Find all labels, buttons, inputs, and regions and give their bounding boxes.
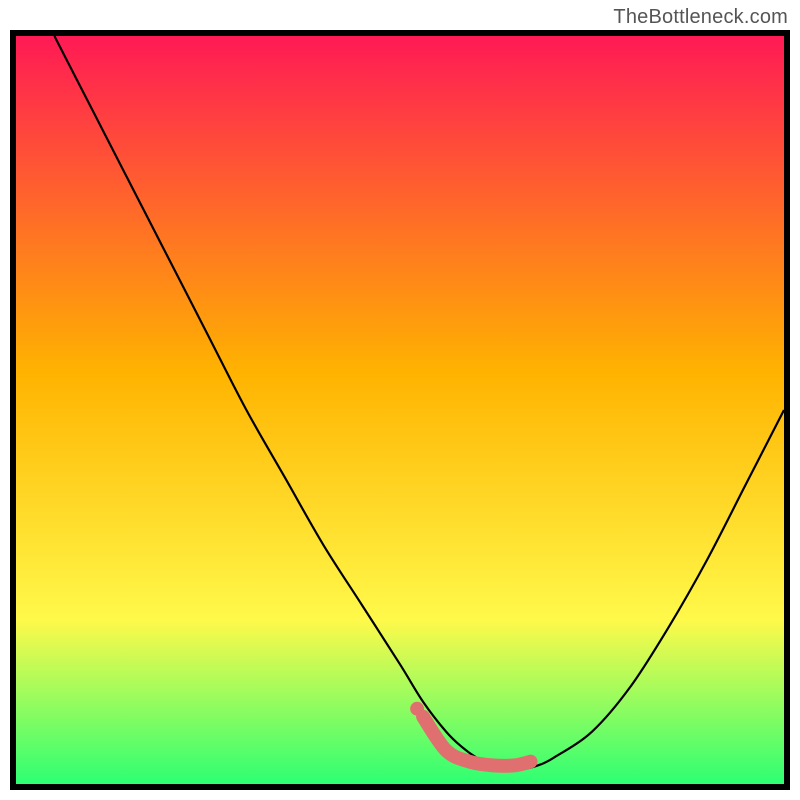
highlight-dot [410, 702, 424, 716]
gradient-background [16, 36, 784, 784]
chart-svg [16, 36, 784, 784]
plot-area [16, 36, 784, 784]
watermark-text: TheBottleneck.com [613, 6, 788, 29]
chart-container: TheBottleneck.com [0, 0, 800, 800]
plot-frame [10, 30, 790, 790]
